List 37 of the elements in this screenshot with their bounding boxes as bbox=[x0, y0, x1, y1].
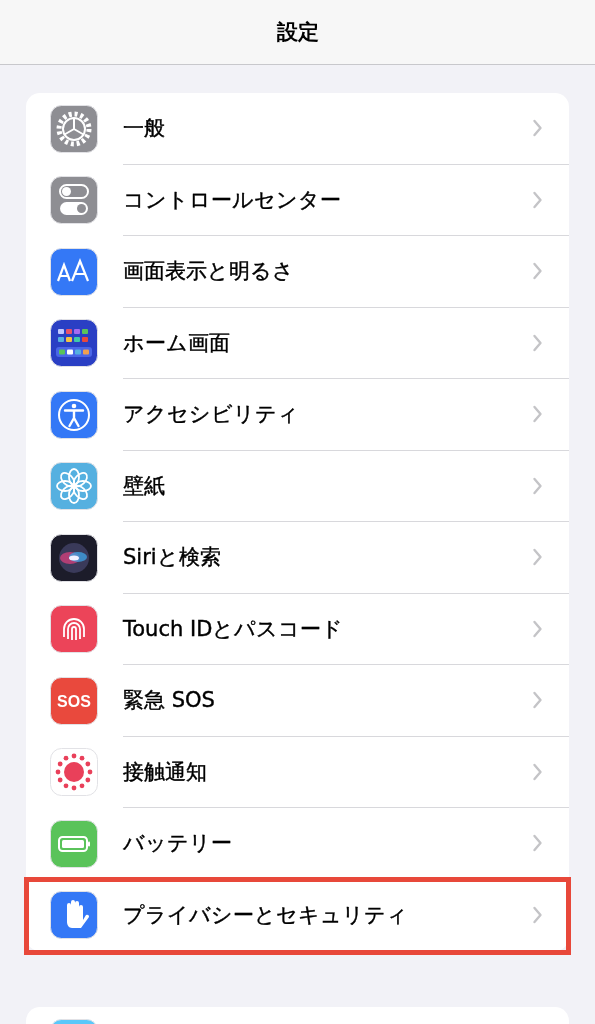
chevron-icon bbox=[532, 762, 543, 781]
accessibility-icon bbox=[50, 390, 98, 439]
battery-icon bbox=[50, 819, 98, 868]
menu-item-label[interactable]: アクセシビリティ bbox=[123, 400, 299, 429]
menu-item-label[interactable]: 壁紙 bbox=[123, 471, 165, 500]
text-size-icon bbox=[50, 247, 98, 296]
menu-item-label[interactable]: コントロールセンター bbox=[123, 185, 341, 214]
sos-icon: SOS bbox=[50, 676, 98, 725]
toggle-icon bbox=[50, 176, 98, 225]
chevron-icon bbox=[532, 190, 543, 209]
fingerprint-icon bbox=[50, 605, 98, 654]
hand-icon bbox=[50, 891, 98, 940]
menu-item-label[interactable]: 緊急 SOS bbox=[123, 686, 215, 715]
chevron-icon bbox=[532, 405, 543, 424]
chevron-icon bbox=[532, 906, 543, 925]
gear-icon bbox=[50, 104, 98, 153]
menu-item-label[interactable]: ホーム画面 bbox=[123, 328, 230, 357]
flower-icon bbox=[50, 462, 98, 511]
menu-item-label[interactable]: 画面表示と明るさ bbox=[123, 257, 294, 286]
screen-title: 設定 bbox=[276, 19, 319, 46]
menu-item-label[interactable]: バッテリー bbox=[123, 829, 232, 858]
chevron-icon bbox=[532, 834, 543, 853]
chevron-icon bbox=[532, 119, 543, 138]
chevron-icon bbox=[532, 333, 543, 352]
chevron-icon bbox=[532, 476, 543, 495]
orb-icon bbox=[50, 533, 98, 582]
chevron-icon bbox=[532, 619, 543, 638]
chevron-icon bbox=[532, 691, 543, 710]
menu-item-label[interactable]: Touch IDとパスコード bbox=[123, 614, 344, 643]
menu-item-label[interactable]: 接触通知 bbox=[123, 757, 207, 786]
menu-item-label[interactable]: Siriと検索 bbox=[123, 543, 221, 572]
dots-icon bbox=[50, 748, 98, 797]
menu-item-label[interactable]: プライバシーとセキュリティ bbox=[123, 901, 408, 930]
app-grid-icon bbox=[50, 319, 98, 368]
chevron-icon bbox=[532, 262, 543, 281]
chevron-icon bbox=[532, 548, 543, 567]
menu-item-label[interactable]: 一般 bbox=[123, 114, 165, 143]
